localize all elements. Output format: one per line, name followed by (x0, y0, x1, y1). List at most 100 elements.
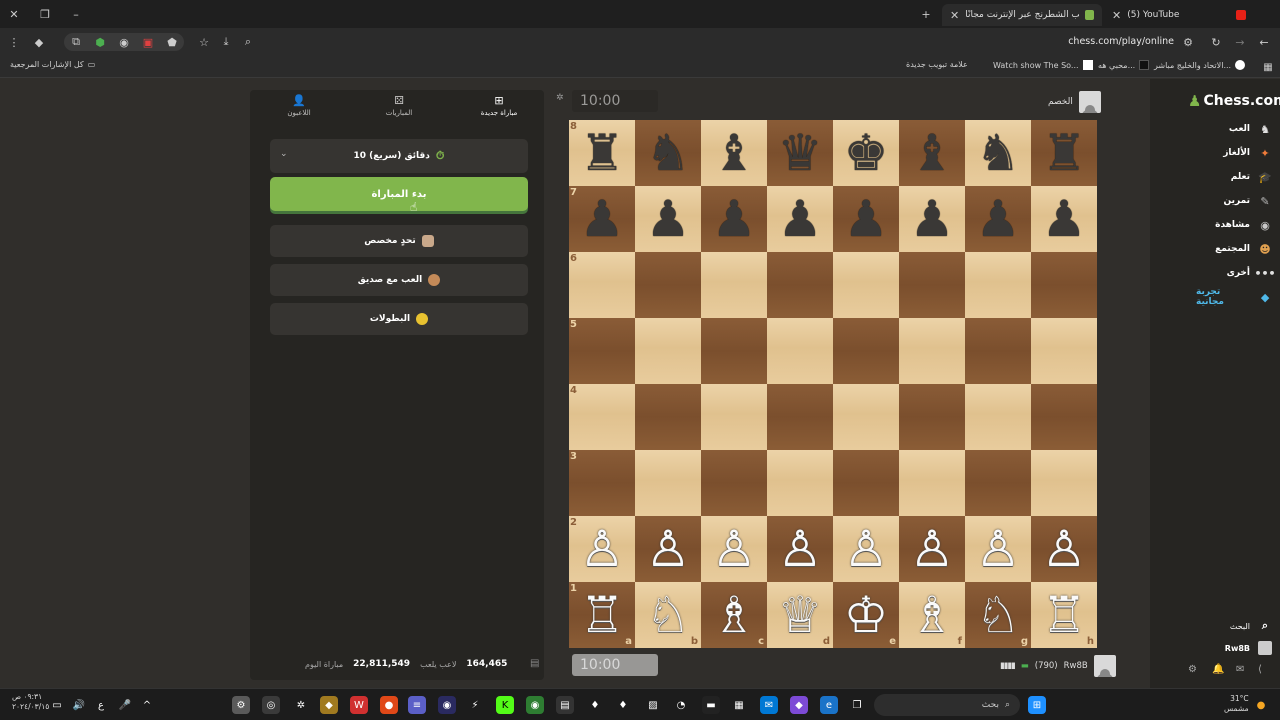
square-b4[interactable] (635, 384, 701, 450)
chess-piece[interactable]: ♗ (712, 590, 757, 640)
install-icon[interactable]: ⤓ (218, 34, 234, 50)
app-icon[interactable]: ≡ (408, 696, 426, 714)
square-d5[interactable] (767, 318, 833, 384)
square-e5[interactable] (833, 318, 899, 384)
mouse-icon[interactable]: ◉ (116, 34, 132, 50)
tab-games[interactable]: ⚄ المباريات (351, 94, 447, 124)
tournaments-button[interactable]: البطولات (270, 303, 528, 335)
new-tab-icon[interactable]: + (918, 6, 934, 22)
chrome-icon[interactable]: ◉ (526, 696, 544, 714)
square-b7[interactable]: ♟ (635, 186, 701, 252)
taskbar-search[interactable]: بحث ⌕ (874, 694, 1020, 716)
square-a1[interactable]: 1 a ♖ (569, 582, 635, 648)
settings-icon[interactable]: ✲ (556, 93, 564, 103)
chess-piece[interactable]: ♖ (1042, 590, 1087, 640)
chess-board[interactable]: 8 ♜ ♞ ♝ ♛ ♚ ♝ ♞ ♜ 7 ♟ ♟ ♟ ♟ ♟ ♟ ♟ ♟ 6 5 4 3 2 ♙ ♙ ♙ ♙ ♙ ♙ ♙ ♙ 1 a ♖ b ♘ c ♗ d ♕… (569, 120, 1097, 648)
app-icon[interactable]: ♦ (586, 696, 604, 714)
chess-piece[interactable]: ♛ (778, 128, 823, 178)
bookmark-google[interactable]: الاتحاد والخليج مباشر... (1154, 60, 1246, 70)
app-icon[interactable]: ▨ (644, 696, 662, 714)
keyboard-lang-icon[interactable]: ع (92, 696, 110, 714)
square-h4[interactable] (1031, 384, 1097, 450)
menu-dots-icon[interactable]: ⋮ (6, 34, 22, 50)
square-a3[interactable]: 3 (569, 450, 635, 516)
square-f7[interactable]: ♟ (899, 186, 965, 252)
chess-piece[interactable]: ♕ (778, 590, 823, 640)
store-icon[interactable]: ▦ (730, 696, 748, 714)
custom-challenge-button[interactable]: تحدٍ مخصص (270, 225, 528, 257)
chess-piece[interactable]: ♖ (580, 590, 625, 640)
square-d4[interactable] (767, 384, 833, 450)
square-f3[interactable] (899, 450, 965, 516)
nav-item-6[interactable]: أخرى ••• (1196, 263, 1276, 283)
shield-icon[interactable]: ⬢ (92, 34, 108, 50)
nav-item-2[interactable]: تعلم 🎓 (1196, 167, 1272, 187)
chess-piece[interactable]: ♙ (976, 524, 1021, 574)
square-c7[interactable]: ♟ (701, 186, 767, 252)
square-h5[interactable] (1031, 318, 1097, 384)
square-e7[interactable]: ♟ (833, 186, 899, 252)
nav-user[interactable]: Rw8B (1196, 638, 1272, 658)
square-c8[interactable]: ♝ (701, 120, 767, 186)
chess-piece[interactable]: ♝ (712, 128, 757, 178)
chess-piece[interactable]: ♘ (646, 590, 691, 640)
square-c5[interactable] (701, 318, 767, 384)
square-f8[interactable]: ♝ (899, 120, 965, 186)
chess-piece[interactable]: ♟ (910, 194, 955, 244)
chess-logo[interactable]: ♟ Chess.com (1188, 92, 1280, 110)
chess-piece[interactable]: ♙ (580, 524, 625, 574)
chevron-down-icon[interactable]: ⌄ (280, 149, 288, 159)
taskbar-clock[interactable]: ٠٩:٣١ ص ٢٠٢٤/٠٣/١٥ (12, 692, 49, 712)
extension-icon[interactable]: ◆ (31, 34, 47, 50)
bookmark-all[interactable]: كل الإشارات المرجعية ▭ (10, 60, 95, 69)
url-text[interactable]: chess.com/play/online (1068, 36, 1174, 47)
app-icon[interactable]: ◉ (438, 696, 456, 714)
square-a5[interactable]: 5 (569, 318, 635, 384)
collapse-icon[interactable]: ⟨ (1258, 664, 1262, 675)
square-c4[interactable] (701, 384, 767, 450)
square-a6[interactable]: 6 (569, 252, 635, 318)
square-g2[interactable]: ♙ (965, 516, 1031, 582)
square-b6[interactable] (635, 252, 701, 318)
square-f2[interactable]: ♙ (899, 516, 965, 582)
close-tab-icon[interactable]: ✕ (950, 9, 959, 22)
app-icon[interactable]: W (350, 696, 368, 714)
ublock-icon[interactable]: ▣ (140, 34, 156, 50)
apps-grid-icon[interactable]: ▦ (1260, 59, 1276, 75)
app-icon[interactable]: ▬ (702, 696, 720, 714)
chess-piece[interactable]: ♗ (910, 590, 955, 640)
square-b1[interactable]: b ♘ (635, 582, 701, 648)
app-icon[interactable]: ✲ (292, 696, 310, 714)
square-g6[interactable] (965, 252, 1031, 318)
chess-piece[interactable]: ♘ (976, 590, 1021, 640)
play-friend-button[interactable]: العب مع صديق (270, 264, 528, 296)
square-h7[interactable]: ♟ (1031, 186, 1097, 252)
start-game-button[interactable]: بدء المباراة (270, 177, 528, 211)
search-icon[interactable]: ⌕ (240, 34, 256, 50)
square-e4[interactable] (833, 384, 899, 450)
square-d8[interactable]: ♛ (767, 120, 833, 186)
widget-icon[interactable]: ▭ (48, 696, 66, 714)
start-icon[interactable]: ⊞ (1028, 696, 1046, 714)
chess-piece[interactable]: ♙ (712, 524, 757, 574)
chess-piece[interactable]: ♞ (976, 128, 1021, 178)
chat-icon[interactable]: ▤ (530, 658, 539, 669)
chess-piece[interactable]: ♟ (844, 194, 889, 244)
chess-piece[interactable]: ♙ (1042, 524, 1087, 574)
square-e2[interactable]: ♙ (833, 516, 899, 582)
chess-piece[interactable]: ♙ (910, 524, 955, 574)
close-tab-icon[interactable]: ✕ (1112, 9, 1121, 22)
tab-youtube[interactable]: ✕ (5) YouTube (1104, 4, 1254, 26)
gear-icon[interactable]: ⚙ (1188, 664, 1197, 675)
chess-piece[interactable]: ♔ (844, 590, 889, 640)
restore-icon[interactable]: ❐ (37, 6, 53, 22)
square-d6[interactable] (767, 252, 833, 318)
square-a7[interactable]: 7 ♟ (569, 186, 635, 252)
square-e6[interactable] (833, 252, 899, 318)
square-f6[interactable] (899, 252, 965, 318)
square-g7[interactable]: ♟ (965, 186, 1031, 252)
chess-piece[interactable]: ♜ (580, 128, 625, 178)
chess-piece[interactable]: ♙ (646, 524, 691, 574)
square-a4[interactable]: 4 (569, 384, 635, 450)
close-window-icon[interactable]: ✕ (6, 6, 22, 22)
